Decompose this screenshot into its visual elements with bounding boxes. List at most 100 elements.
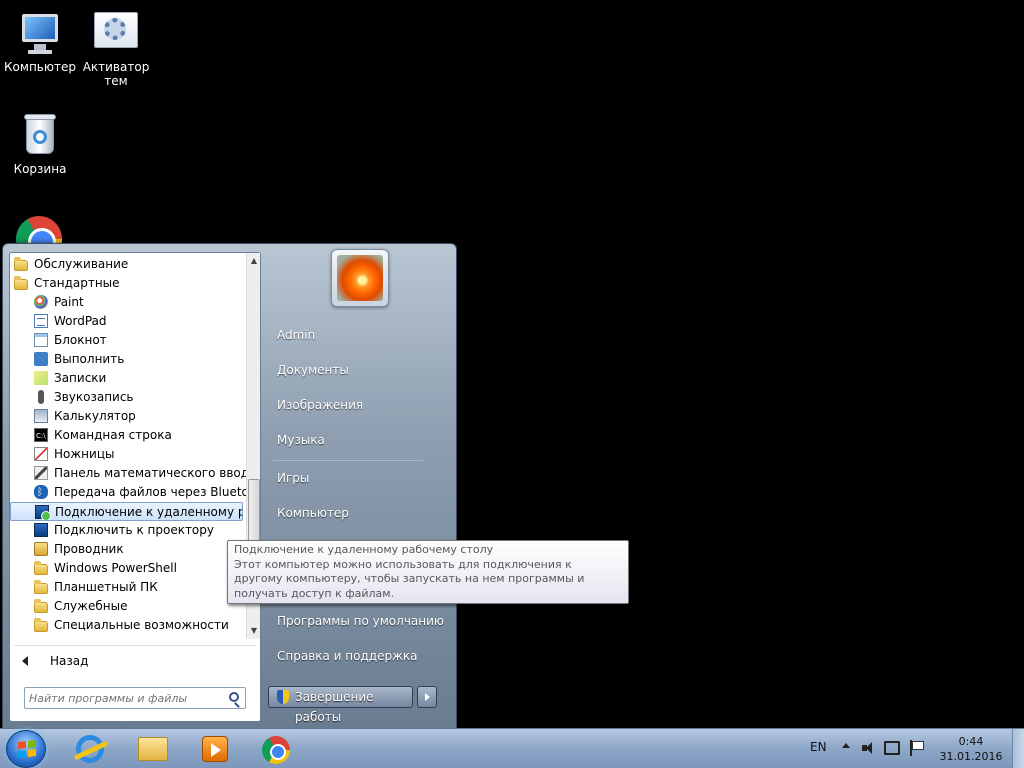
folder-icon bbox=[14, 276, 28, 290]
right-item-documents[interactable]: Документы bbox=[269, 355, 451, 385]
taskbar: EN 0:44 31.01.2016 bbox=[0, 728, 1024, 768]
shutdown-button[interactable]: Завершение работы bbox=[268, 686, 413, 724]
program-label: Передача файлов через Bluetooth bbox=[54, 485, 260, 499]
program-label: Подключить к проектору bbox=[54, 523, 214, 537]
right-item-games[interactable]: Игры bbox=[269, 463, 451, 493]
program-label: Стандартные bbox=[34, 276, 120, 290]
language-indicator[interactable]: EN bbox=[810, 740, 827, 768]
program-list-item[interactable]: Калькулятор bbox=[10, 407, 260, 426]
taskbar-pin-internet-explorer[interactable] bbox=[62, 731, 114, 767]
program-list-item[interactable]: Блокнот bbox=[10, 331, 260, 350]
bluetooth-icon bbox=[34, 483, 48, 502]
scroll-down-arrow-icon[interactable]: ▼ bbox=[247, 623, 261, 639]
program-list-item[interactable]: Специальные возможности bbox=[10, 616, 260, 635]
program-list-item[interactable]: Звукозапись bbox=[10, 388, 260, 407]
taskbar-pin-media-player[interactable] bbox=[186, 731, 238, 767]
divider bbox=[273, 460, 423, 461]
search-icon[interactable] bbox=[229, 692, 239, 702]
program-label: Ножницы bbox=[54, 447, 115, 461]
media-player-icon bbox=[202, 736, 228, 762]
start-menu: Обслуживание Стандартные Paint WordPad Блокн… bbox=[2, 243, 457, 729]
program-list-item[interactable]: Записки bbox=[10, 369, 260, 388]
paint-icon bbox=[34, 295, 48, 309]
taskbar-pin-file-explorer[interactable] bbox=[124, 731, 176, 767]
shutdown-options-arrow-icon[interactable] bbox=[417, 686, 437, 708]
program-label: Обслуживание bbox=[34, 257, 129, 271]
program-list-item[interactable]: Панель математического ввода bbox=[10, 464, 260, 483]
program-label: Windows PowerShell bbox=[54, 561, 177, 575]
right-item-computer[interactable]: Компьютер bbox=[269, 498, 451, 528]
program-tooltip: Подключение к удаленному рабочему столу … bbox=[227, 540, 629, 604]
clock[interactable]: 0:44 31.01.2016 bbox=[938, 734, 1004, 768]
tooltip-title: Подключение к удаленному рабочему столу bbox=[234, 543, 494, 556]
program-list-item[interactable]: Выполнить bbox=[10, 350, 260, 369]
windows-logo-icon bbox=[18, 740, 36, 758]
action-center-flag-icon[interactable] bbox=[908, 740, 924, 756]
right-item-pictures[interactable]: Изображения bbox=[269, 390, 451, 420]
file-explorer-icon bbox=[138, 737, 168, 761]
folder-icon bbox=[34, 580, 48, 594]
folder-icon bbox=[14, 257, 28, 271]
desktop-icon-recycle-bin[interactable]: Корзина bbox=[2, 112, 78, 176]
program-list-item[interactable]: Windows PowerShell bbox=[10, 559, 260, 578]
program-label: Звукозапись bbox=[54, 390, 134, 404]
program-list-item[interactable]: Служебные bbox=[10, 597, 260, 616]
right-item-help-support[interactable]: Справка и поддержка bbox=[269, 641, 451, 671]
program-list-item[interactable]: Подключить к проектору bbox=[10, 521, 260, 540]
program-list-item[interactable]: Подключение к удаленному рабочему столу bbox=[10, 502, 243, 521]
folder-icon bbox=[34, 599, 48, 613]
program-list-item[interactable]: Обслуживание bbox=[10, 255, 260, 274]
program-list-item[interactable]: Проводник bbox=[10, 540, 260, 559]
divider bbox=[14, 645, 256, 646]
search-input[interactable] bbox=[29, 689, 219, 707]
desktop-icon-computer[interactable]: Компьютер bbox=[2, 10, 78, 74]
show-hidden-icons-chevron-icon[interactable] bbox=[842, 743, 850, 748]
folder-icon bbox=[34, 561, 48, 575]
back-label: Назад bbox=[50, 654, 89, 668]
program-label: Командная строка bbox=[54, 428, 172, 442]
right-item-default-programs[interactable]: Программы по умолчанию bbox=[269, 606, 451, 636]
back-arrow-icon bbox=[22, 656, 28, 666]
volume-icon[interactable] bbox=[862, 741, 876, 755]
chrome-icon bbox=[262, 736, 290, 764]
program-list-item[interactable]: Paint bbox=[10, 293, 260, 312]
scroll-up-arrow-icon[interactable]: ▲ bbox=[247, 253, 261, 269]
program-label: Подключение к удаленному рабочему столу bbox=[55, 505, 242, 519]
program-label: Калькулятор bbox=[54, 409, 136, 423]
desktop-icon-label: Компьютер bbox=[4, 60, 76, 74]
network-icon[interactable] bbox=[884, 741, 900, 755]
program-label: Планшетный ПК bbox=[54, 580, 158, 594]
program-label: Проводник bbox=[54, 542, 124, 556]
start-menu-left-pane: Обслуживание Стандартные Paint WordPad Блокн… bbox=[9, 252, 261, 722]
program-list-item[interactable]: Ножницы bbox=[10, 445, 260, 464]
shutdown-label: Завершение работы bbox=[295, 690, 374, 724]
program-list-item[interactable]: WordPad bbox=[10, 312, 260, 331]
snipping-tool-icon bbox=[34, 447, 48, 461]
right-item-admin[interactable]: Admin bbox=[269, 320, 451, 350]
program-list-item[interactable]: Передача файлов через Bluetooth bbox=[10, 483, 260, 502]
desktop-icon-theme-activator[interactable]: Активатор тем bbox=[78, 10, 154, 88]
show-desktop-button[interactable] bbox=[1012, 729, 1024, 768]
remote-desktop-icon bbox=[35, 505, 51, 520]
right-item-music[interactable]: Музыка bbox=[269, 425, 451, 455]
shield-icon bbox=[277, 690, 289, 704]
program-list-item[interactable]: Планшетный ПК bbox=[10, 578, 260, 597]
program-list-item[interactable]: Командная строка bbox=[10, 426, 260, 445]
user-picture-frame[interactable] bbox=[331, 249, 389, 307]
calculator-icon bbox=[34, 409, 48, 423]
tooltip-body: Этот компьютер можно использовать для по… bbox=[234, 557, 585, 600]
math-input-icon bbox=[34, 466, 48, 480]
program-label: Выполнить bbox=[54, 352, 125, 366]
start-button[interactable] bbox=[6, 730, 46, 768]
start-search-box[interactable] bbox=[24, 687, 246, 709]
notepad-icon bbox=[34, 333, 48, 347]
program-list-item[interactable]: Стандартные bbox=[10, 274, 260, 293]
run-icon bbox=[34, 352, 48, 366]
desktop-icon-label: Активатор тем bbox=[82, 60, 150, 88]
wordpad-icon bbox=[34, 314, 48, 328]
program-label: Специальные возможности bbox=[54, 618, 229, 632]
back-button[interactable]: Назад bbox=[16, 649, 256, 673]
program-label: WordPad bbox=[54, 314, 107, 328]
clock-time: 0:44 bbox=[958, 735, 984, 748]
taskbar-pin-chrome[interactable] bbox=[246, 731, 298, 767]
